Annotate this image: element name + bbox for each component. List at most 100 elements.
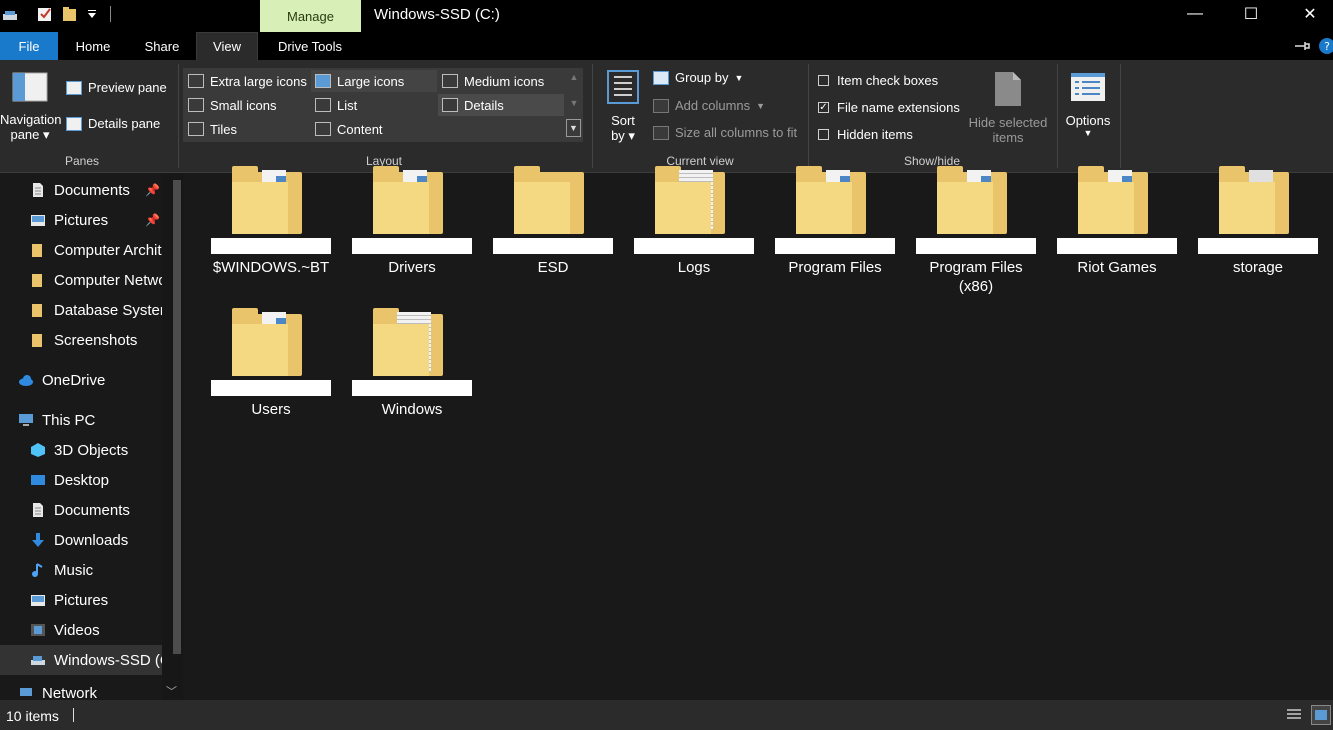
file-name-extensions-checkbox[interactable]: ✓ <box>818 102 829 113</box>
hidden-items-option[interactable]: Hidden items <box>818 127 913 142</box>
this-pc-icon <box>19 414 33 426</box>
layout-large-icons[interactable]: Large icons <box>311 70 437 92</box>
layout-extra-large-icons[interactable]: Extra large icons <box>184 70 310 92</box>
hidden-items-checkbox[interactable] <box>818 129 829 140</box>
pin-icon[interactable]: 📌 <box>145 183 160 197</box>
folder-item[interactable]: $WINDOWS.~BT <box>211 166 331 277</box>
hide-selected-items-button[interactable]: Hide selected items <box>964 68 1052 145</box>
layout-list[interactable]: List <box>311 94 437 116</box>
nav-item-pictures-quick[interactable]: Pictures <box>0 205 162 235</box>
tab-share[interactable]: Share <box>136 32 188 60</box>
nav-item-3d-objects[interactable]: 3D Objects <box>0 435 162 465</box>
nav-item-onedrive[interactable]: OneDrive <box>0 365 162 395</box>
nav-item-documents[interactable]: Documents <box>0 495 162 525</box>
close-button[interactable]: ✕ <box>1287 0 1333 28</box>
nav-item-label: 3D Objects <box>54 441 129 459</box>
nav-item-downloads[interactable]: Downloads <box>0 525 162 555</box>
folder-item[interactable]: Riot Games <box>1057 166 1177 277</box>
layout-content[interactable]: Content <box>311 118 437 140</box>
tab-file[interactable]: File <box>0 32 58 60</box>
item-check-boxes-checkbox[interactable] <box>818 75 829 86</box>
layout-scroll-up-icon[interactable]: ▲ <box>568 72 580 84</box>
size-columns-button[interactable]: Size all columns to fit <box>653 125 797 140</box>
nav-item-this-pc[interactable]: This PC <box>0 405 162 435</box>
folder-item[interactable]: Windows <box>352 308 472 419</box>
options-button[interactable]: Options ▼ <box>1062 68 1114 138</box>
folder-label: Program Files <box>788 259 882 276</box>
pin-ribbon-icon[interactable] <box>1293 40 1311 52</box>
folder-icon <box>32 304 42 317</box>
large-icons-view-icon[interactable] <box>1311 705 1331 725</box>
properties-quick-icon[interactable] <box>37 6 53 22</box>
nav-item-music[interactable]: Music <box>0 555 162 585</box>
title-divider <box>110 6 111 22</box>
group-by-button[interactable]: Group by ▼ <box>653 70 743 85</box>
folder-item[interactable]: Users <box>211 308 331 419</box>
preview-pane-button[interactable]: Preview pane <box>66 80 167 95</box>
folder-item[interactable]: Logs <box>634 166 754 277</box>
details-pane-button[interactable]: Details pane <box>66 116 160 131</box>
tab-view[interactable]: View <box>196 32 258 60</box>
nav-item-label: OneDrive <box>42 371 106 389</box>
layout-tiles-label: Tiles <box>210 121 237 137</box>
nav-item-desktop[interactable]: Desktop <box>0 465 162 495</box>
folder-icon <box>1198 166 1318 238</box>
nav-item-label: This PC <box>42 411 96 429</box>
details-icon <box>442 98 458 112</box>
pictures-icon <box>31 215 45 226</box>
tab-home[interactable]: Home <box>68 32 118 60</box>
new-folder-quick-icon[interactable] <box>62 6 78 22</box>
tab-manage[interactable]: Manage <box>260 0 361 32</box>
layout-expand-icon[interactable]: ▼ <box>566 119 581 137</box>
pin-icon[interactable]: 📌 <box>145 213 160 227</box>
layout-medium-icons[interactable]: Medium icons <box>438 70 564 92</box>
folder-item[interactable]: ESD <box>493 166 613 277</box>
layout-small-icons-label: Small icons <box>210 97 277 113</box>
help-icon[interactable]: ? <box>1318 37 1333 55</box>
layout-small-icons[interactable]: Small icons <box>184 94 310 116</box>
folder-icon <box>32 334 42 347</box>
layout-tiles[interactable]: Tiles <box>184 118 310 140</box>
nav-item-windows-ssd[interactable]: Windows-SSD (C <box>0 645 162 675</box>
panes-group-label: Panes <box>64 154 100 168</box>
size-columns-icon <box>653 125 669 140</box>
item-check-boxes-option[interactable]: Item check boxes <box>818 73 938 88</box>
file-name-extensions-option[interactable]: ✓ File name extensions <box>818 100 960 115</box>
sort-by-label-1: Sort <box>611 113 635 128</box>
add-columns-button[interactable]: Add columns ▼ <box>653 98 765 113</box>
window-title: Windows-SSD (C:) <box>374 6 500 23</box>
tab-drive-tools[interactable]: Drive Tools <box>266 32 354 60</box>
hidden-items-label: Hidden items <box>837 127 913 142</box>
folder-item[interactable]: Program Files <box>775 166 895 277</box>
layout-details[interactable]: Details <box>438 94 564 116</box>
details-view-icon[interactable] <box>1285 707 1303 723</box>
file-name-extensions-label: File name extensions <box>837 100 960 115</box>
layout-scroll-down-icon[interactable]: ▼ <box>568 98 580 110</box>
folder-item[interactable]: Program Files (x86) <box>916 166 1036 296</box>
nav-item-computer-networks[interactable]: Computer Netwo <box>0 265 162 295</box>
folder-icon <box>775 166 895 238</box>
nav-item-label: Windows-SSD (C <box>54 651 162 669</box>
nav-item-screenshots[interactable]: Screenshots <box>0 325 162 355</box>
navigation-pane-button[interactable]: Navigation pane ▾ <box>0 70 61 148</box>
nav-item-database-systems[interactable]: Database Systen <box>0 295 162 325</box>
nav-item-label: Computer Archit <box>54 241 162 259</box>
nav-item-computer-architecture[interactable]: Computer Archit <box>0 235 162 265</box>
nav-item-network[interactable]: Network <box>0 685 162 700</box>
drive-app-icon <box>2 9 18 21</box>
minimize-button[interactable]: — <box>1172 0 1218 28</box>
layout-list-label: List <box>337 97 358 113</box>
folder-item[interactable]: Drivers <box>352 166 472 277</box>
folder-item[interactable]: storage <box>1198 166 1318 277</box>
maximize-button[interactable]: ☐ <box>1228 0 1274 28</box>
sort-by-button[interactable]: Sort by ▾ <box>602 68 644 148</box>
nav-item-documents-quick[interactable]: Documents <box>0 175 162 205</box>
nav-scrollbar-thumb[interactable] <box>173 180 181 654</box>
folder-icon <box>916 166 1036 238</box>
nav-scroll-down-icon[interactable]: ﹀ <box>166 683 177 699</box>
add-columns-dropdown-icon: ▼ <box>756 100 766 111</box>
nav-item-pictures[interactable]: Pictures <box>0 585 162 615</box>
nav-item-videos[interactable]: Videos <box>0 615 162 645</box>
small-icons-icon <box>188 98 204 112</box>
customize-quick-access-icon[interactable] <box>87 8 97 20</box>
